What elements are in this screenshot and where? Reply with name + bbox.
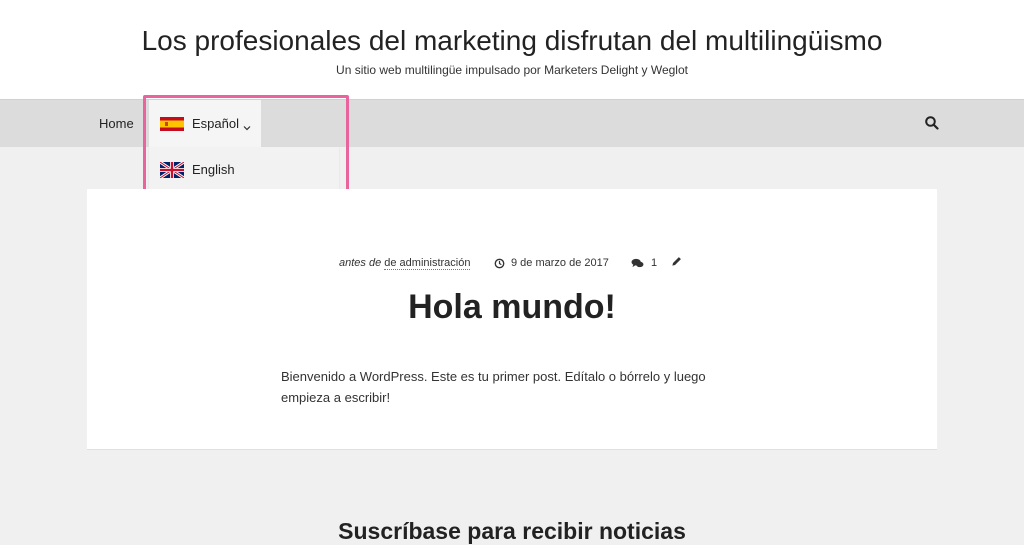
post-by-text: antes de [339, 257, 382, 269]
post-date: 9 de marzo de 2017 [494, 255, 609, 271]
nav-item-home[interactable]: Home [99, 100, 134, 148]
site-title[interactable]: Los profesionales del marketing disfruta… [0, 24, 1024, 58]
chevron-down-icon [243, 119, 251, 131]
uk-flag-icon [159, 160, 185, 183]
language-option-english[interactable]: English [149, 147, 339, 195]
search-icon[interactable] [924, 115, 940, 131]
language-switcher-current[interactable]: Español [149, 100, 261, 148]
language-option-label: English [192, 162, 235, 177]
post-body: Bienvenido a WordPress. Este es tu prime… [281, 369, 706, 405]
main-navigation: Home Español [0, 99, 1024, 148]
post-card: antes de de administración 9 de marzo de… [87, 189, 937, 450]
edit-pencil-icon[interactable] [671, 256, 682, 270]
site-tagline: Un sitio web multilingüe impulsado por M… [336, 63, 688, 77]
post-title[interactable]: Hola mundo! [87, 287, 937, 327]
spain-flag-icon [160, 117, 184, 136]
clock-icon [494, 258, 505, 268]
post-author-link[interactable]: de administración [384, 257, 471, 270]
post-meta: antes de de administración 9 de marzo de… [87, 255, 937, 271]
comments-icon [631, 258, 644, 267]
post-author: antes de de administración [339, 255, 471, 271]
post-comments-link[interactable]: 1 [631, 255, 657, 271]
post-date-text: 9 de marzo de 2017 [511, 257, 609, 269]
post-comments-count: 1 [651, 257, 658, 269]
site-header: Los profesionales del marketing disfruta… [0, 0, 1024, 99]
current-language-label: Español [192, 116, 239, 131]
subscribe-heading: Suscríbase para recibir noticias [338, 518, 686, 544]
